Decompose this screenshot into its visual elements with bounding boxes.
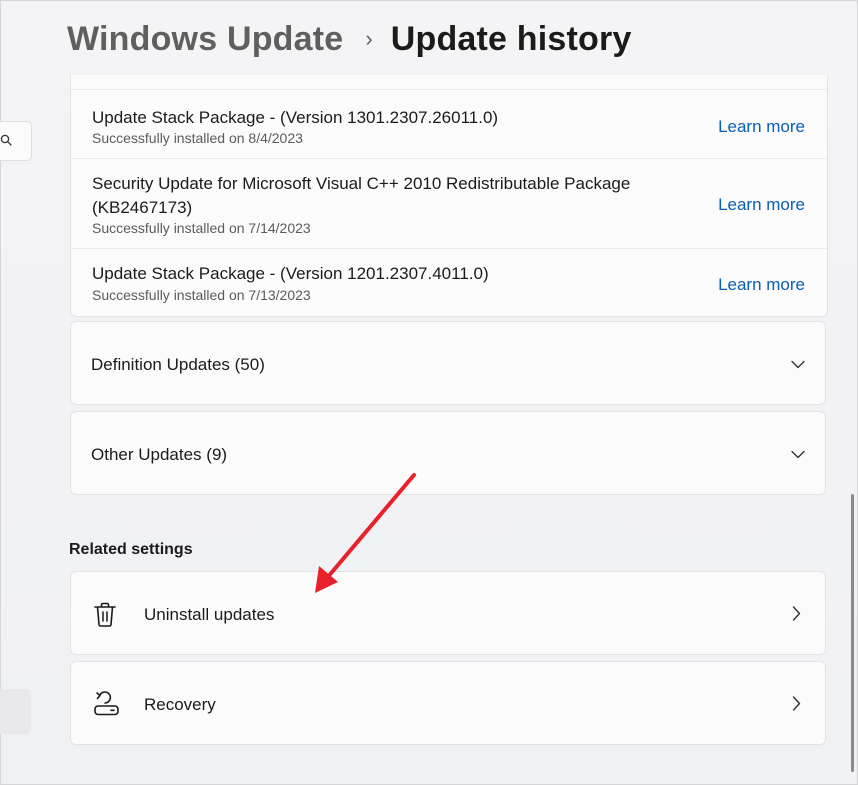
expander-label: Other Updates (9) — [91, 445, 228, 464]
uninstall-updates-label: Uninstall updates — [144, 605, 275, 624]
update-title: Security Update for Microsoft Visual C++… — [92, 174, 631, 193]
update-title: Update Stack Package - (Version 1201.230… — [92, 264, 489, 283]
other-updates-expander[interactable]: Other Updates (9) — [70, 411, 826, 495]
breadcrumb-separator: › — [365, 26, 373, 51]
update-title: Update Stack Package - (Version 1301.230… — [92, 108, 499, 127]
learn-more-link[interactable]: Learn more — [718, 275, 805, 295]
learn-more-link[interactable]: Learn more — [718, 117, 805, 137]
recovery-button[interactable]: Recovery — [70, 661, 826, 745]
search-box[interactable] — [0, 121, 32, 161]
expander-label: Definition Updates (50) — [91, 355, 265, 374]
update-title-line2: (KB2467173) — [92, 198, 193, 217]
chevron-right-icon — [792, 606, 801, 626]
breadcrumb-parent[interactable]: Windows Update — [67, 20, 343, 59]
chevron-down-icon — [791, 356, 805, 374]
uninstall-updates-button[interactable]: Uninstall updates — [70, 571, 826, 655]
recovery-label: Recovery — [144, 695, 216, 714]
chevron-down-icon — [791, 446, 805, 464]
update-status: Successfully installed on 8/4/2023 — [92, 130, 303, 146]
update-status: Successfully installed on 7/14/2023 — [92, 220, 311, 236]
scrollbar[interactable] — [851, 494, 854, 772]
page-title: Update history — [390, 19, 632, 58]
recovery-icon — [93, 691, 121, 722]
list-item: Update Stack Package - (Version 1201.230… — [71, 248, 827, 316]
update-status: Successfully installed on 7/13/2023 — [92, 287, 311, 303]
list-item: Security Update for Microsoft Visual C++… — [71, 158, 827, 249]
trash-icon — [93, 602, 117, 633]
learn-more-link[interactable]: Learn more — [718, 195, 805, 215]
breadcrumb: Windows Update › Update history — [67, 15, 632, 63]
quality-updates-list: Update Stack Package - (Version 1301.230… — [70, 75, 828, 317]
chevron-right-icon — [792, 696, 801, 716]
sidebar-item-selected[interactable] — [0, 689, 31, 734]
related-settings-heading: Related settings — [69, 541, 193, 558]
list-item: Update Stack Package - (Version 1301.230… — [71, 89, 827, 158]
definition-updates-expander[interactable]: Definition Updates (50) — [70, 321, 826, 405]
settings-window: Windows Update › Update history Update S… — [0, 0, 858, 785]
